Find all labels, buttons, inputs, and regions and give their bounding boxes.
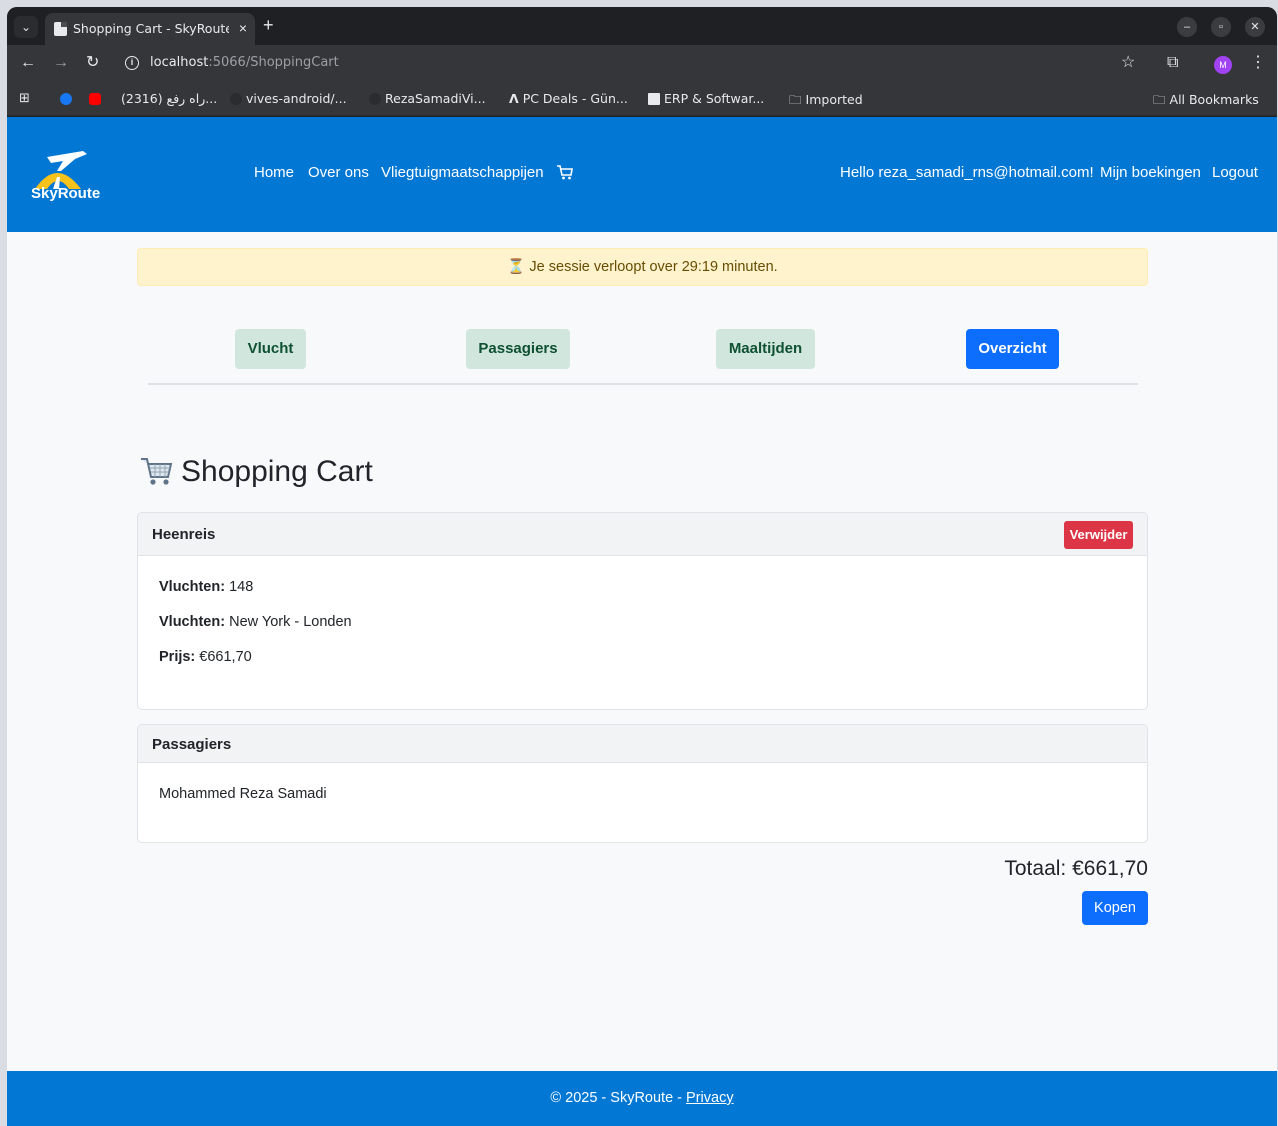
nav-home[interactable]: Home bbox=[254, 164, 294, 181]
tab-title: Shopping Cart - SkyRoute bbox=[73, 21, 229, 36]
bookmark-item[interactable]: (2316) راه رفع... bbox=[121, 91, 217, 106]
footer-text: © 2025 - SkyRoute - bbox=[550, 1090, 687, 1106]
brand-name[interactable]: SkyRoute bbox=[31, 185, 100, 202]
step-maaltijden[interactable]: Maaltijden bbox=[716, 329, 815, 369]
back-icon[interactable]: ← bbox=[20, 53, 36, 73]
bookmark-item[interactable]: ERP & Softwar... bbox=[648, 91, 764, 106]
youtube-icon[interactable] bbox=[89, 91, 105, 106]
site-footer: © 2025 - SkyRoute - Privacy bbox=[7, 1071, 1277, 1126]
passengers-body: Mohammed Reza Samadi bbox=[138, 763, 1147, 835]
nav-my-bookings[interactable]: Mijn boekingen bbox=[1100, 164, 1201, 181]
passengers-header: Passagiers bbox=[138, 725, 1147, 763]
price-label: Prijs: bbox=[159, 649, 196, 665]
extensions-icon[interactable]: ⧉ bbox=[1167, 53, 1178, 73]
address-bar[interactable]: i localhost:5066/ShoppingCart bbox=[115, 50, 1165, 78]
buy-button[interactable]: Kopen bbox=[1082, 891, 1148, 925]
window-close-icon[interactable]: ✕ bbox=[1245, 17, 1265, 37]
outbound-title: Heenreis bbox=[152, 526, 216, 543]
maximize-icon[interactable]: ▫ bbox=[1211, 17, 1231, 37]
forward-icon[interactable]: → bbox=[53, 53, 69, 73]
tab-search-icon[interactable]: ⌄ bbox=[14, 16, 38, 38]
total-price: Totaal: €661,70 bbox=[1004, 857, 1148, 880]
step-overzicht[interactable]: Overzicht bbox=[966, 329, 1059, 369]
passengers-title: Passagiers bbox=[152, 736, 232, 753]
reload-icon[interactable]: ↻ bbox=[86, 53, 99, 73]
new-tab-icon[interactable]: + bbox=[263, 15, 274, 35]
cart-nav-icon[interactable] bbox=[556, 163, 574, 181]
outbound-body: Vluchten: 148 Vluchten: New York - Londe… bbox=[138, 556, 1147, 698]
bookmark-star-icon[interactable]: ☆ bbox=[1121, 53, 1135, 73]
flight-route-value: New York - Londen bbox=[225, 614, 352, 630]
step-passagiers[interactable]: Passagiers bbox=[466, 329, 570, 369]
profile-avatar[interactable]: M bbox=[1214, 56, 1232, 74]
page-favicon-icon bbox=[54, 22, 67, 36]
nav-airlines[interactable]: Vliegtuigmaatschappijen bbox=[381, 164, 544, 181]
steps-divider bbox=[148, 383, 1138, 385]
outbound-header: Heenreis Verwijder bbox=[138, 513, 1147, 556]
all-bookmarks-label: All Bookmarks bbox=[1169, 92, 1259, 107]
bookmark-label: RezaSamadiVi... bbox=[385, 91, 486, 106]
site-info-icon[interactable]: i bbox=[125, 56, 139, 70]
bookmark-label: PC Deals - Gün... bbox=[522, 91, 628, 106]
bookmark-item[interactable]: vives-android/... bbox=[230, 91, 347, 106]
page-title-text: Shopping Cart bbox=[181, 455, 373, 488]
bookmark-label: Imported bbox=[805, 92, 863, 107]
privacy-link[interactable]: Privacy bbox=[686, 1090, 734, 1106]
pcdeals-icon: Λ bbox=[509, 91, 519, 106]
bookmarks-bar: ⊞ (2316) راه رفع... vives-android/... Re… bbox=[7, 83, 1277, 116]
bookmark-item[interactable]: 🗀 Imported bbox=[789, 91, 863, 112]
flight-number-label: Vluchten: bbox=[159, 579, 226, 595]
price-value: €661,70 bbox=[195, 649, 252, 665]
bookmark-item[interactable]: RezaSamadiVi... bbox=[369, 91, 486, 106]
flight-number-row: Vluchten: 148 bbox=[159, 579, 1126, 595]
url-path: :5066/ShoppingCart bbox=[208, 55, 339, 70]
price-row: Prijs: €661,70 bbox=[159, 649, 1126, 665]
outbound-card: Heenreis Verwijder Vluchten: 148 Vluchte… bbox=[137, 512, 1148, 710]
url-text: localhost:5066/ShoppingCart bbox=[150, 55, 339, 70]
site-navbar: SkyRoute Home Over ons Vliegtuigmaatscha… bbox=[7, 117, 1277, 232]
tab-close-icon[interactable]: × bbox=[239, 20, 247, 36]
bookmark-label: ERP & Softwar... bbox=[664, 91, 765, 106]
facebook-icon[interactable] bbox=[60, 91, 76, 106]
nav-logout[interactable]: Logout bbox=[1212, 164, 1258, 181]
browser-toolbar: ← → ↻ i localhost:5066/ShoppingCart ☆ ⧉ … bbox=[7, 45, 1277, 83]
nav-over-ons[interactable]: Over ons bbox=[308, 164, 369, 181]
active-tab[interactable]: Shopping Cart - SkyRoute × bbox=[45, 13, 255, 45]
flight-route-row: Vluchten: New York - Londen bbox=[159, 614, 1126, 630]
folder-icon: 🗀 bbox=[789, 92, 802, 107]
flight-number-value: 148 bbox=[225, 579, 254, 595]
step-vlucht[interactable]: Vlucht bbox=[235, 329, 306, 369]
passenger-name: Mohammed Reza Samadi bbox=[159, 786, 327, 802]
minimize-icon[interactable]: – bbox=[1177, 17, 1197, 37]
browser-window: ⌄ Shopping Cart - SkyRoute × + – ▫ ✕ ← →… bbox=[7, 7, 1277, 1126]
bookmark-item[interactable]: Λ PC Deals - Gün... bbox=[509, 91, 628, 106]
passengers-card: Passagiers Mohammed Reza Samadi bbox=[137, 724, 1148, 843]
shopping-cart-icon bbox=[141, 458, 173, 485]
apps-grid-icon[interactable]: ⊞ bbox=[19, 91, 30, 106]
page-title: Shopping Cart bbox=[137, 453, 373, 489]
browser-menu-icon[interactable]: ⋮ bbox=[1250, 53, 1266, 73]
tab-bar: ⌄ Shopping Cart - SkyRoute × + – ▫ ✕ bbox=[7, 7, 1277, 45]
flight-route-label: Vluchten: bbox=[159, 614, 226, 630]
url-host: localhost bbox=[150, 55, 209, 70]
remove-button[interactable]: Verwijder bbox=[1064, 521, 1133, 549]
bookmark-label: vives-android/... bbox=[246, 91, 347, 106]
all-bookmarks[interactable]: 🗀 All Bookmarks bbox=[1153, 91, 1259, 112]
user-greeting[interactable]: Hello reza_samadi_rns@hotmail.com! bbox=[840, 164, 1094, 181]
folder-icon: 🗀 bbox=[1153, 92, 1166, 107]
web-page: SkyRoute Home Over ons Vliegtuigmaatscha… bbox=[7, 117, 1277, 1126]
session-alert: ⏳ Je sessie verloopt over 29:19 minuten. bbox=[137, 248, 1148, 286]
